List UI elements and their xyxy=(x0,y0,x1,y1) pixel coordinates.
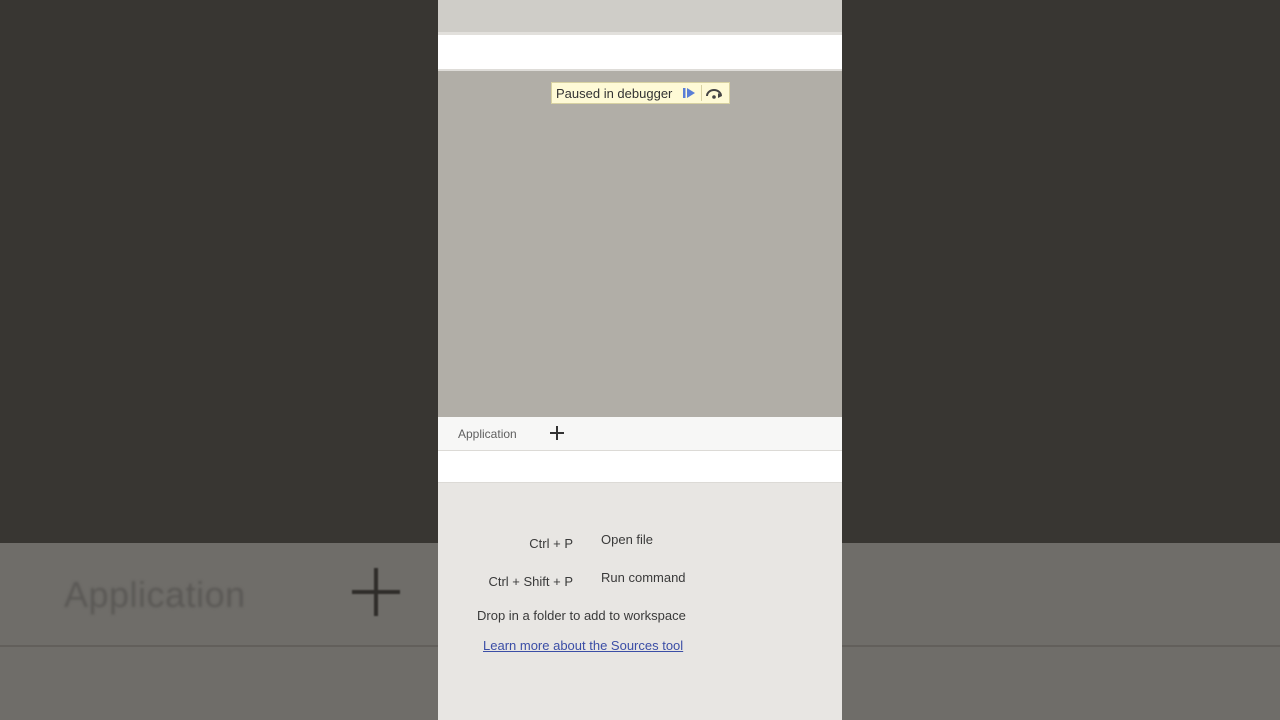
drawer-tabbar: Application xyxy=(438,417,842,451)
drop-folder-hint: Drop in a folder to add to workspace xyxy=(477,608,686,623)
devtools-panel: Paused in debugger Application Ctrl + P … xyxy=(438,0,842,720)
tab-application[interactable]: Application xyxy=(458,427,517,441)
top-strip xyxy=(438,0,842,32)
shortcut-keys-open-file: Ctrl + P xyxy=(529,536,573,551)
page-viewport: Paused in debugger xyxy=(438,71,842,417)
paused-label: Paused in debugger xyxy=(556,85,673,101)
resume-button[interactable] xyxy=(678,84,700,102)
resume-icon xyxy=(683,88,696,98)
drawer-subtoolbar xyxy=(438,451,842,483)
pill-separator xyxy=(701,85,703,101)
shortcut-action-run-command: Run command xyxy=(601,570,686,585)
step-over-icon xyxy=(706,89,723,99)
plus-icon[interactable] xyxy=(549,425,565,441)
backdrop-tab-label: Application xyxy=(64,574,246,615)
step-over-button[interactable] xyxy=(703,84,725,102)
sources-empty-state: Ctrl + P Open file Ctrl + Shift + P Run … xyxy=(438,483,842,720)
shortcut-keys-run-command: Ctrl + Shift + P xyxy=(488,574,573,589)
toolbar xyxy=(438,35,842,71)
paused-in-debugger-banner: Paused in debugger xyxy=(551,82,731,104)
learn-more-sources-link[interactable]: Learn more about the Sources tool xyxy=(483,638,683,653)
backdrop-plus-icon xyxy=(352,568,400,616)
shortcut-action-open-file: Open file xyxy=(601,532,654,547)
